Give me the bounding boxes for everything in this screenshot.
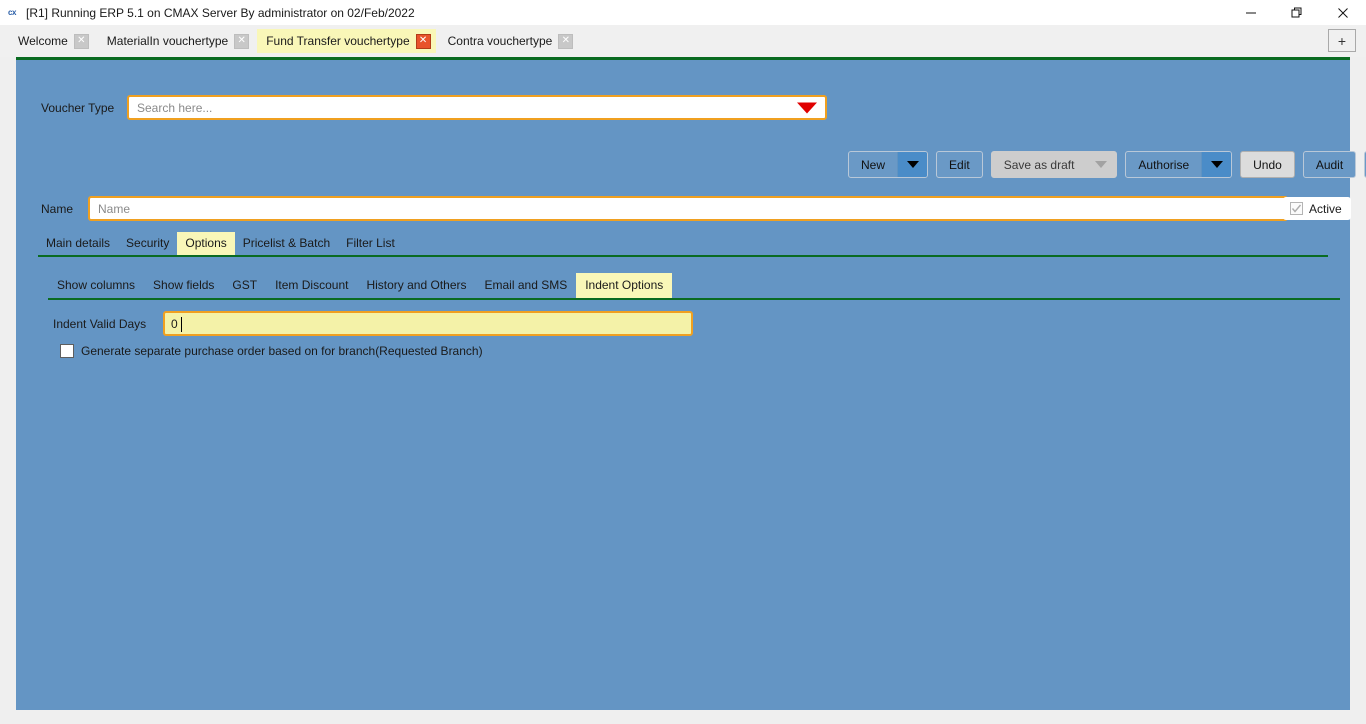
new-dropdown-toggle[interactable] — [897, 152, 928, 177]
generate-separate-po-label: Generate separate purchase order based o… — [81, 344, 483, 358]
indent-valid-days-label: Indent Valid Days — [53, 316, 147, 331]
tab-main-details[interactable]: Main details — [38, 232, 118, 255]
search-input[interactable] — [129, 97, 789, 118]
tab-pricelist-and-batch[interactable]: Pricelist & Batch — [235, 232, 338, 255]
authorise-button-label: Authorise — [1138, 157, 1190, 172]
authorise-button[interactable]: Authorise — [1125, 151, 1233, 178]
voucher-type-search-field[interactable] — [127, 95, 827, 120]
tab-options[interactable]: Options — [177, 232, 235, 255]
tab-label: Contra vouchertype — [447, 34, 553, 48]
sub-tab-bar: Show columns Show fields GST Item Discou… — [48, 273, 1340, 300]
active-label: Active — [1309, 201, 1342, 216]
undo-button-label: Undo — [1253, 157, 1282, 172]
new-button[interactable]: New — [848, 151, 929, 178]
window-title: [R1] Running ERP 5.1 on CMAX Server By a… — [26, 5, 415, 20]
close-button[interactable] — [1320, 0, 1366, 25]
edit-button[interactable]: Edit — [936, 151, 983, 178]
title-bar: cx [R1] Running ERP 5.1 on CMAX Server B… — [0, 0, 1366, 25]
subtab-gst[interactable]: GST — [223, 273, 266, 298]
name-label: Name — [41, 201, 74, 216]
tab-security[interactable]: Security — [118, 232, 177, 255]
subtab-show-fields[interactable]: Show fields — [144, 273, 223, 298]
subtab-history-and-others[interactable]: History and Others — [357, 273, 475, 298]
window-controls — [1228, 0, 1366, 25]
authorise-dropdown-toggle[interactable] — [1201, 152, 1232, 177]
voucher-type-row: Voucher Type — [41, 95, 827, 120]
indent-valid-days-row: Indent Valid Days — [53, 311, 693, 336]
chevron-down-icon — [906, 161, 919, 168]
name-input[interactable] — [90, 198, 1286, 219]
tab-close-icon[interactable]: ✕ — [558, 33, 574, 49]
name-row: Name — [41, 196, 1288, 221]
new-button-label: New — [861, 157, 886, 172]
document-tab-contra-vouchertype[interactable]: Contra vouchertype ✕ — [438, 29, 580, 53]
active-checkbox[interactable] — [1290, 202, 1303, 215]
generate-separate-po-checkbox[interactable] — [60, 344, 74, 358]
indent-valid-days-input[interactable] — [165, 313, 691, 334]
save-as-draft-dropdown-toggle[interactable] — [1086, 152, 1117, 177]
audit-button-label: Audit — [1315, 157, 1344, 172]
subtab-item-discount[interactable]: Item Discount — [266, 273, 357, 298]
document-tab-welcome[interactable]: Welcome ✕ — [8, 29, 95, 53]
edit-button-label: Edit — [949, 157, 970, 172]
content-panel: Voucher Type New Edit Save as draft Auth… — [16, 57, 1366, 710]
subtab-email-and-sms[interactable]: Email and SMS — [476, 273, 577, 298]
main-tab-bar: Main details Security Options Pricelist … — [38, 232, 1328, 257]
tab-close-icon[interactable]: ✕ — [234, 33, 250, 49]
active-checkbox-group[interactable]: Active — [1283, 197, 1351, 220]
generate-separate-po-group[interactable]: Generate separate purchase order based o… — [60, 344, 483, 358]
undo-button[interactable]: Undo — [1240, 151, 1295, 178]
tab-close-icon[interactable]: ✕ — [73, 33, 89, 49]
voucher-type-label: Voucher Type — [41, 100, 115, 115]
tab-label: Fund Transfer vouchertype — [266, 34, 410, 48]
subtab-show-columns[interactable]: Show columns — [48, 273, 144, 298]
document-tab-strip: Welcome ✕ MaterialIn vouchertype ✕ Fund … — [0, 25, 1366, 57]
dropdown-arrow-icon[interactable] — [797, 102, 817, 113]
document-tab-fund-transfer-vouchertype[interactable]: Fund Transfer vouchertype ✕ — [257, 29, 436, 53]
action-toolbar: New Edit Save as draft Authorise Undo Au… — [848, 151, 1366, 178]
save-as-draft-button-label: Save as draft — [1003, 157, 1075, 172]
new-tab-button[interactable]: + — [1328, 29, 1356, 52]
audit-button[interactable]: Audit — [1302, 151, 1357, 178]
restore-button[interactable] — [1274, 0, 1320, 25]
tab-close-icon[interactable]: ✕ — [415, 33, 431, 49]
tab-label: Welcome — [18, 34, 68, 48]
tab-filter-list[interactable]: Filter List — [338, 232, 403, 255]
chevron-down-icon — [1210, 161, 1223, 168]
text-cursor — [181, 317, 182, 332]
chevron-down-icon — [1095, 161, 1108, 168]
save-as-draft-button[interactable]: Save as draft — [990, 151, 1118, 178]
indent-valid-days-field[interactable] — [163, 311, 693, 336]
subtab-indent-options[interactable]: Indent Options — [576, 273, 673, 298]
name-field[interactable] — [88, 196, 1288, 221]
document-tab-materialin-vouchertype[interactable]: MaterialIn vouchertype ✕ — [97, 29, 255, 53]
app-icon: cx — [8, 8, 16, 17]
minimize-button[interactable] — [1228, 0, 1274, 25]
tab-label: MaterialIn vouchertype — [106, 34, 229, 48]
